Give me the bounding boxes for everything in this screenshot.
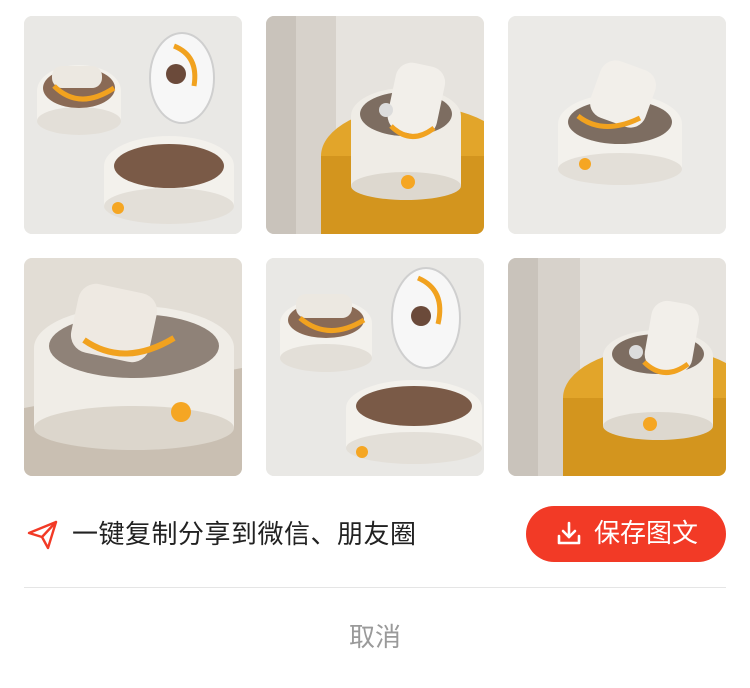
product-photo-open-lid-icon — [24, 16, 242, 234]
save-image-text-button[interactable]: 保存图文 — [526, 506, 726, 562]
share-row: 一键复制分享到微信、朋友圈 保存图文 — [24, 504, 726, 564]
image-grid — [24, 16, 726, 476]
save-button-label: 保存图文 — [593, 519, 698, 549]
product-image-5[interactable] — [266, 258, 484, 476]
product-photo-open-lid-icon — [266, 258, 484, 476]
product-image-4[interactable] — [24, 258, 242, 476]
cancel-button[interactable]: 取消 — [0, 620, 750, 656]
share-copy-link[interactable]: 一键复制分享到微信、朋友圈 — [72, 520, 417, 550]
product-photo-floating-icon — [508, 16, 726, 234]
product-photo-on-yellow-stand-icon — [508, 258, 726, 476]
product-image-3[interactable] — [508, 16, 726, 234]
divider — [24, 587, 726, 588]
product-photo-closeup-icon — [24, 258, 242, 476]
product-image-6[interactable] — [508, 258, 726, 476]
product-photo-on-yellow-stand-icon — [266, 16, 484, 234]
download-icon — [557, 521, 581, 545]
paper-plane-icon[interactable] — [26, 518, 60, 552]
product-image-2[interactable] — [266, 16, 484, 234]
product-image-1[interactable] — [24, 16, 242, 234]
